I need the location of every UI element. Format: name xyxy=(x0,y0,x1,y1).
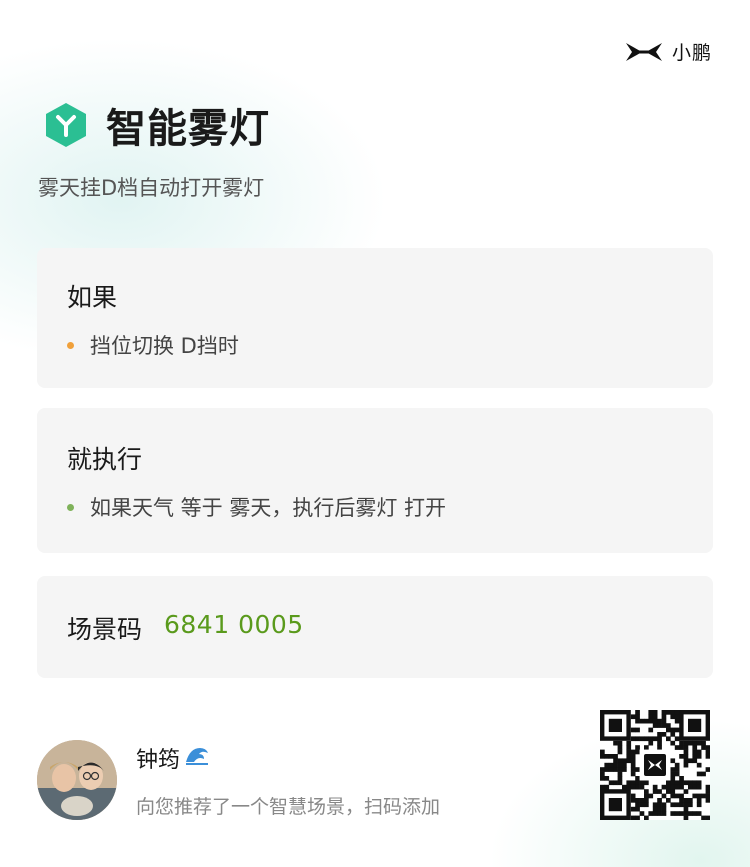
recommend-message: 向您推荐了一个智慧场景，扫码添加 xyxy=(136,796,441,818)
then-card-title: 就执行 xyxy=(67,445,143,474)
bullet-dot xyxy=(67,503,74,511)
xpeng-logo-icon xyxy=(624,41,664,63)
scene-code-value[interactable]: 6841 0005 xyxy=(164,610,304,639)
condition-item: 挡位切换 D挡时 xyxy=(67,330,239,360)
avatar xyxy=(37,740,117,820)
user-name: 钟筠 xyxy=(136,748,181,773)
if-card-title: 如果 xyxy=(67,283,118,312)
condition-text: 挡位切换 D挡时 xyxy=(90,334,239,358)
if-card: 如果 挡位切换 D挡时 xyxy=(37,248,713,388)
wave-emoji-icon xyxy=(184,744,210,772)
y-hexagon-icon xyxy=(42,101,90,149)
user-name-row: 钟筠 xyxy=(136,742,210,774)
scene-code-label: 场景码 xyxy=(67,615,143,644)
page-title: 智能雾灯 xyxy=(106,106,270,152)
action-text: 如果天气 等于 雾天，执行后雾灯 打开 xyxy=(90,496,447,520)
action-item: 如果天气 等于 雾天，执行后雾灯 打开 xyxy=(67,492,446,522)
then-card: 就执行 如果天气 等于 雾天，执行后雾灯 打开 xyxy=(37,408,713,553)
scene-code-card: 场景码 6841 0005 xyxy=(37,576,713,678)
page-subtitle: 雾天挂D档自动打开雾灯 xyxy=(38,176,265,200)
bullet-dot xyxy=(67,341,74,349)
brand-name: 小鹏 xyxy=(671,42,712,64)
scene-header: 智能雾灯 xyxy=(42,96,270,154)
qr-code-icon[interactable] xyxy=(600,710,710,820)
brand: 小鹏 xyxy=(624,38,712,65)
